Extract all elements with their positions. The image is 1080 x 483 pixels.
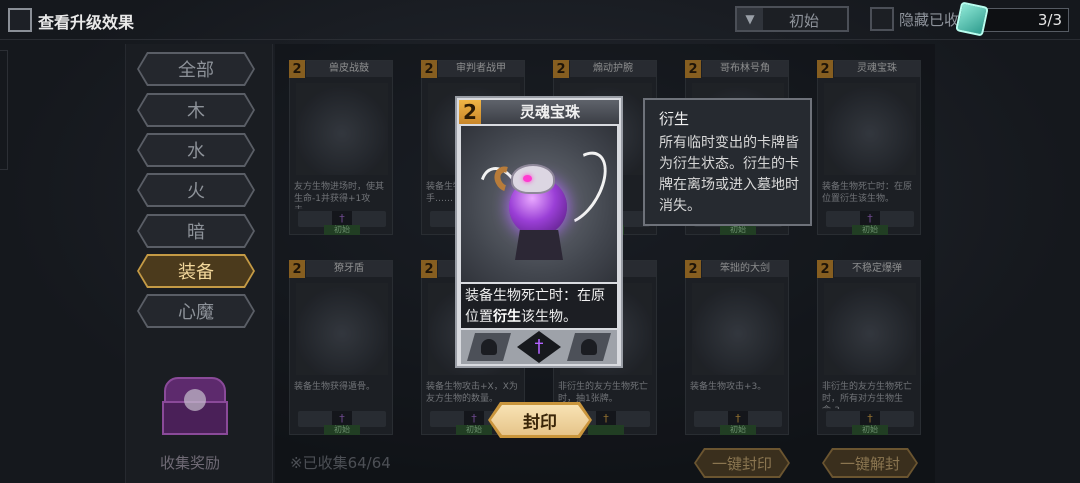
slot-right	[567, 333, 611, 361]
keyword-tooltip: 衍生 所有临时变出的卡牌皆为衍生状态。衍生的卡牌在离场或进入墓地时消失。	[643, 98, 812, 226]
popup-card-name: 灵魂宝珠	[481, 100, 619, 124]
category-all[interactable]: 全部	[137, 52, 255, 86]
top-bar: 查看升级效果 ▼ 初始 隐藏已收 3/3	[0, 0, 1080, 40]
view-upgrade-label: 查看升级效果	[38, 13, 135, 32]
collection-counter: 3/3	[975, 8, 1069, 32]
hide-collected-label: 隐藏已收	[899, 11, 960, 29]
category-label: 火	[139, 175, 253, 205]
card-detail-popup: 2 灵魂宝珠 装备生物死亡时：在原位置衍生该生物。 †	[455, 96, 623, 368]
category-equipment[interactable]: 装备	[137, 254, 255, 288]
tooltip-title: 衍生	[659, 110, 690, 128]
category-label: 装备	[139, 256, 253, 286]
collection-reward-label: 收集奖励	[160, 454, 221, 472]
left-panel-edge	[0, 50, 8, 170]
dagger-icon: †	[517, 331, 561, 363]
category-wood[interactable]: 木	[137, 93, 255, 127]
category-water[interactable]: 水	[137, 133, 255, 167]
category-label: 心魔	[139, 296, 253, 326]
skull-eye	[523, 175, 532, 182]
popup-card-slots: †	[461, 330, 617, 364]
popup-card-desc: 装备生物死亡时：在原位置衍生该生物。	[461, 284, 617, 328]
reward-chest-icon[interactable]	[160, 377, 230, 439]
category-fire[interactable]: 火	[137, 173, 255, 207]
seal-button[interactable]: 封印	[488, 402, 592, 438]
seal-all-label: 一键封印	[696, 450, 788, 476]
counter-text: 3/3	[1037, 11, 1062, 29]
seal-button-label: 封印	[491, 405, 589, 435]
skull-icon	[184, 389, 206, 411]
slot-left	[467, 333, 511, 361]
chevron-down-icon: ▼	[737, 8, 763, 30]
category-label: 全部	[139, 54, 253, 84]
category-label: 暗	[139, 216, 253, 246]
unseal-all-label: 一键解封	[824, 450, 916, 476]
category-label: 水	[139, 135, 253, 165]
view-upgrade-checkbox[interactable]	[8, 8, 32, 32]
desc-suffix: 该生物。	[521, 309, 577, 325]
category-demon[interactable]: 心魔	[137, 294, 255, 328]
sort-value: 初始	[789, 12, 820, 30]
popup-card-cost: 2	[459, 100, 481, 124]
hide-collected-checkbox[interactable]	[870, 7, 894, 31]
soul-orb-art	[461, 126, 619, 282]
helmet-icon	[581, 339, 597, 355]
category-label: 木	[139, 95, 253, 125]
rock-base	[515, 230, 563, 260]
skull-icon	[511, 164, 555, 194]
keyword-derive[interactable]: 衍生	[493, 309, 521, 325]
helmet-icon	[481, 339, 497, 355]
tooltip-body: 所有临时变出的卡牌皆为衍生状态。衍生的卡牌在离场或进入墓地时消失。	[659, 135, 799, 214]
unseal-all-button[interactable]: 一键解封	[822, 448, 918, 478]
category-dark[interactable]: 暗	[137, 214, 255, 248]
sort-dropdown[interactable]: ▼ 初始	[735, 6, 849, 32]
seal-all-button[interactable]: 一键封印	[694, 448, 790, 478]
